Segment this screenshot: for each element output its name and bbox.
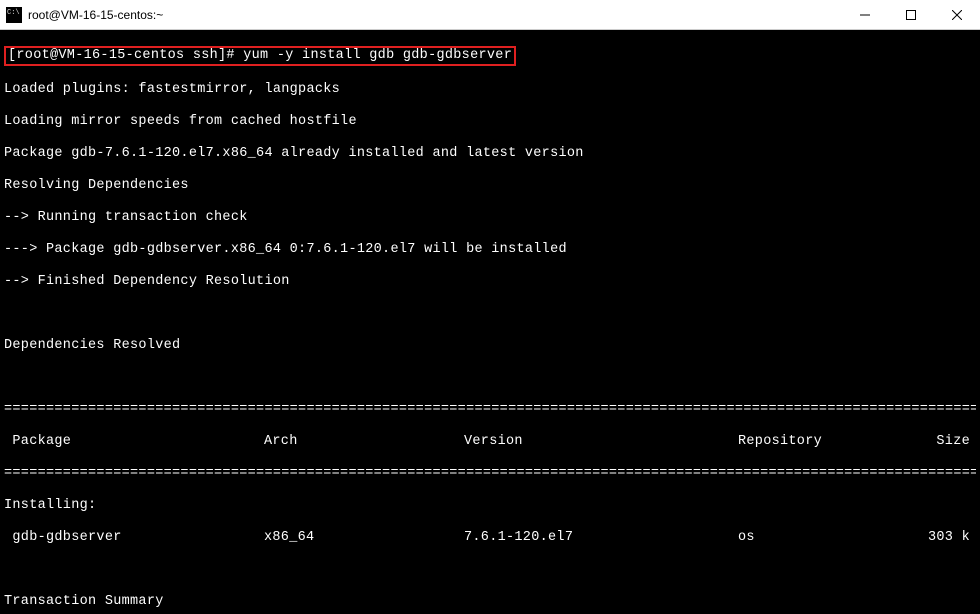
blank-line bbox=[4, 306, 976, 322]
terminal-line: [root@VM-16-15-centos ssh]# yum -y insta… bbox=[4, 46, 976, 66]
minimize-button[interactable] bbox=[842, 0, 888, 29]
rule-line: ========================================… bbox=[4, 402, 976, 418]
cell-size: 303 k bbox=[906, 530, 976, 546]
command-highlight-box: [root@VM-16-15-centos ssh]# yum -y insta… bbox=[4, 46, 516, 66]
terminal-line: ---> Package gdb-gdbserver.x86_64 0:7.6.… bbox=[4, 242, 976, 258]
col-repository: Repository bbox=[738, 434, 906, 450]
table-header: Package Arch Version Repository Size bbox=[4, 434, 976, 450]
cell-arch: x86_64 bbox=[264, 530, 464, 546]
window-controls bbox=[842, 0, 980, 29]
terminal-line: --> Finished Dependency Resolution bbox=[4, 274, 976, 290]
col-package: Package bbox=[4, 434, 264, 450]
terminal-line: Package gdb-7.6.1-120.el7.x86_64 already… bbox=[4, 146, 976, 162]
terminal-line: Loading mirror speeds from cached hostfi… bbox=[4, 114, 976, 130]
window-title: root@VM-16-15-centos:~ bbox=[28, 8, 842, 22]
cell-repository: os bbox=[738, 530, 906, 546]
col-arch: Arch bbox=[264, 434, 464, 450]
terminal-line: --> Running transaction check bbox=[4, 210, 976, 226]
cell-version: 7.6.1-120.el7 bbox=[464, 530, 738, 546]
terminal-line: Dependencies Resolved bbox=[4, 338, 976, 354]
command-text: yum -y install gdb gdb-gdbserver bbox=[243, 48, 512, 63]
maximize-button[interactable] bbox=[888, 0, 934, 29]
rule-line: ========================================… bbox=[4, 466, 976, 482]
blank-line bbox=[4, 562, 976, 578]
cell-package: gdb-gdbserver bbox=[4, 530, 264, 546]
close-button[interactable] bbox=[934, 0, 980, 29]
terminal-line: Loaded plugins: fastestmirror, langpacks bbox=[4, 82, 976, 98]
window-titlebar: root@VM-16-15-centos:~ bbox=[0, 0, 980, 30]
table-row: gdb-gdbserver x86_64 7.6.1-120.el7 os 30… bbox=[4, 530, 976, 546]
terminal-line: Resolving Dependencies bbox=[4, 178, 976, 194]
terminal-output[interactable]: [root@VM-16-15-centos ssh]# yum -y insta… bbox=[0, 30, 980, 614]
blank-line bbox=[4, 370, 976, 386]
col-version: Version bbox=[464, 434, 738, 450]
installing-label: Installing: bbox=[4, 498, 976, 514]
col-size: Size bbox=[906, 434, 976, 450]
prompt: [root@VM-16-15-centos ssh]# bbox=[8, 48, 243, 63]
cmd-icon bbox=[6, 7, 22, 23]
terminal-line: Transaction Summary bbox=[4, 594, 976, 610]
